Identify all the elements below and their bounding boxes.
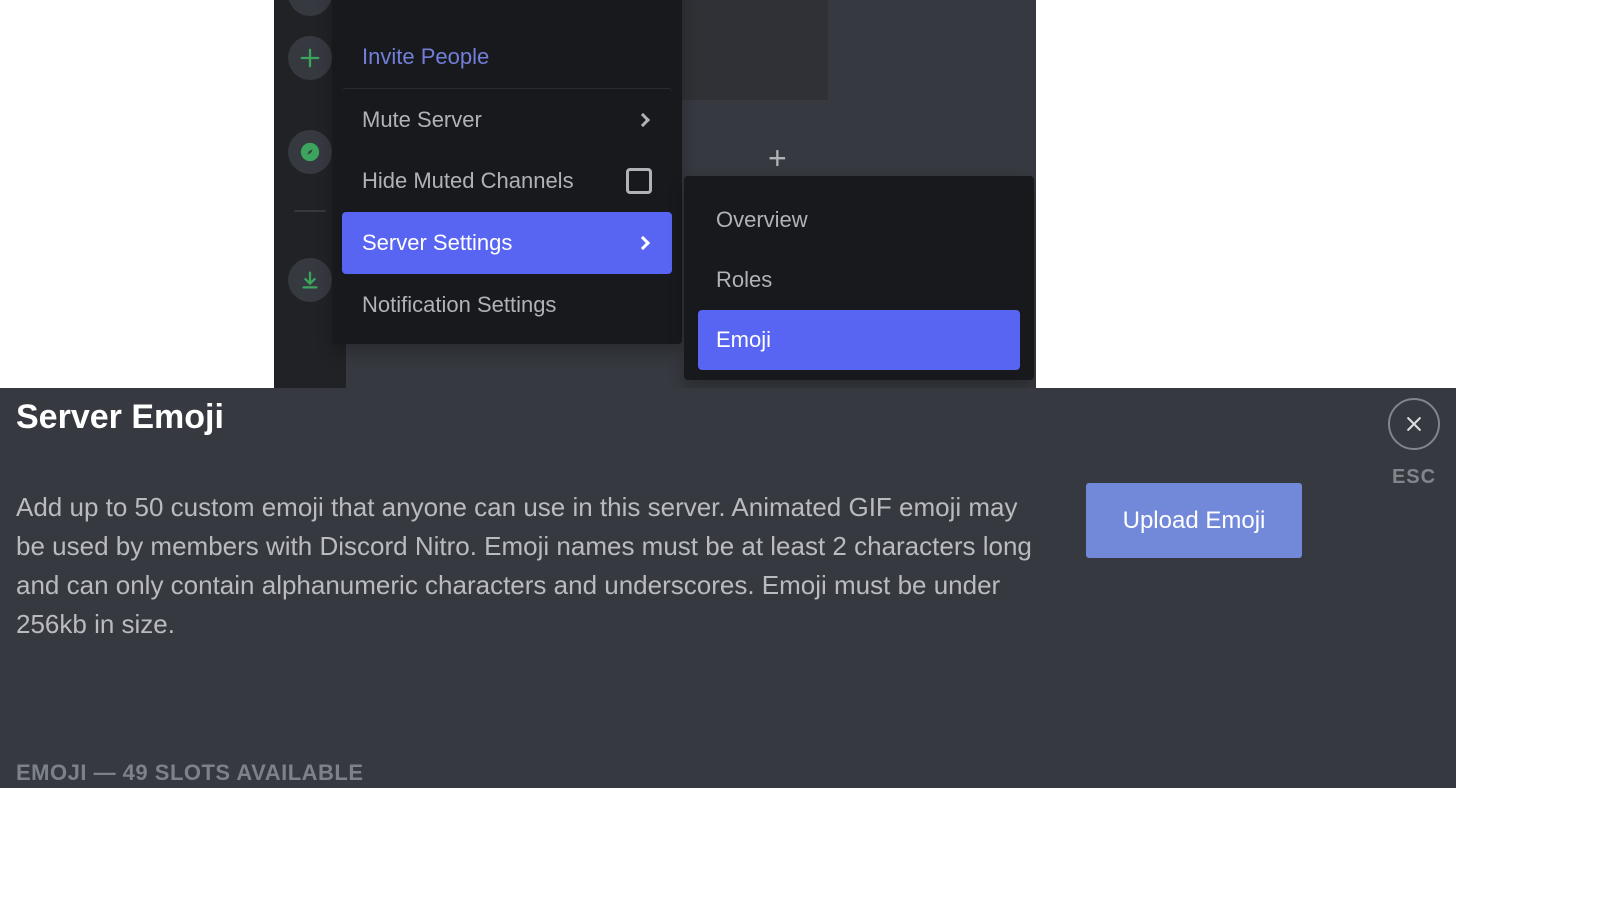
submenu-item-overview[interactable]: Overview <box>698 190 1020 250</box>
close-group: ESC <box>1384 398 1444 489</box>
download-apps-button[interactable] <box>288 258 332 302</box>
submenu-item-label: Roles <box>716 267 772 293</box>
add-server-button[interactable] <box>288 36 332 80</box>
server-settings-submenu: + Overview Roles Emoji <box>684 176 1034 380</box>
menu-item-label: Mute Server <box>362 107 482 133</box>
checkbox-icon[interactable] <box>626 168 652 194</box>
server-emoji-panel: Server Emoji Add up to 50 custom emoji t… <box>0 388 1456 788</box>
chevron-right-icon <box>636 112 650 126</box>
menu-item-notification-settings[interactable]: Notification Settings <box>342 274 672 336</box>
emoji-slots-label: EMOJI — 49 SLOTS AVAILABLE <box>16 760 364 786</box>
menu-item-hide-muted[interactable]: Hide Muted Channels <box>342 150 672 212</box>
server-rail-item[interactable] <box>288 0 332 16</box>
submenu-item-label: Overview <box>716 207 808 233</box>
download-icon <box>299 269 321 291</box>
compass-icon <box>299 141 321 163</box>
create-channel-button[interactable]: + <box>768 140 787 177</box>
submenu-item-roles[interactable]: Roles <box>698 250 1020 310</box>
menu-item-label: Server Settings <box>362 230 512 256</box>
menu-item-invite-people[interactable]: Invite People <box>342 26 672 88</box>
menu-item-server-settings[interactable]: Server Settings <box>342 212 672 274</box>
menu-item-label: Hide Muted Channels <box>362 168 574 194</box>
close-icon <box>1404 414 1424 434</box>
chevron-right-icon <box>636 236 650 250</box>
rail-divider <box>294 210 326 212</box>
upload-emoji-button[interactable]: Upload Emoji <box>1086 483 1302 558</box>
upload-emoji-label: Upload Emoji <box>1123 507 1266 535</box>
channel-list-bg <box>682 0 828 100</box>
menu-item-label: Invite People <box>362 44 489 70</box>
close-button[interactable] <box>1388 398 1440 450</box>
menu-item-hidden <box>342 0 672 26</box>
submenu-item-label: Emoji <box>716 327 771 353</box>
server-context-menu: Invite People Mute Server Hide Muted Cha… <box>332 0 682 344</box>
explore-servers-button[interactable] <box>288 130 332 174</box>
menu-item-mute-server[interactable]: Mute Server <box>342 88 672 150</box>
submenu-item-emoji[interactable]: Emoji <box>698 310 1020 370</box>
server-menu-screenshot: Invite People Mute Server Hide Muted Cha… <box>274 0 1036 388</box>
page-description: Add up to 50 custom emoji that anyone ca… <box>16 488 1040 644</box>
menu-item-label: Notification Settings <box>362 292 556 318</box>
esc-label: ESC <box>1384 466 1444 489</box>
page-title: Server Emoji <box>16 398 224 437</box>
plus-icon <box>299 47 321 69</box>
